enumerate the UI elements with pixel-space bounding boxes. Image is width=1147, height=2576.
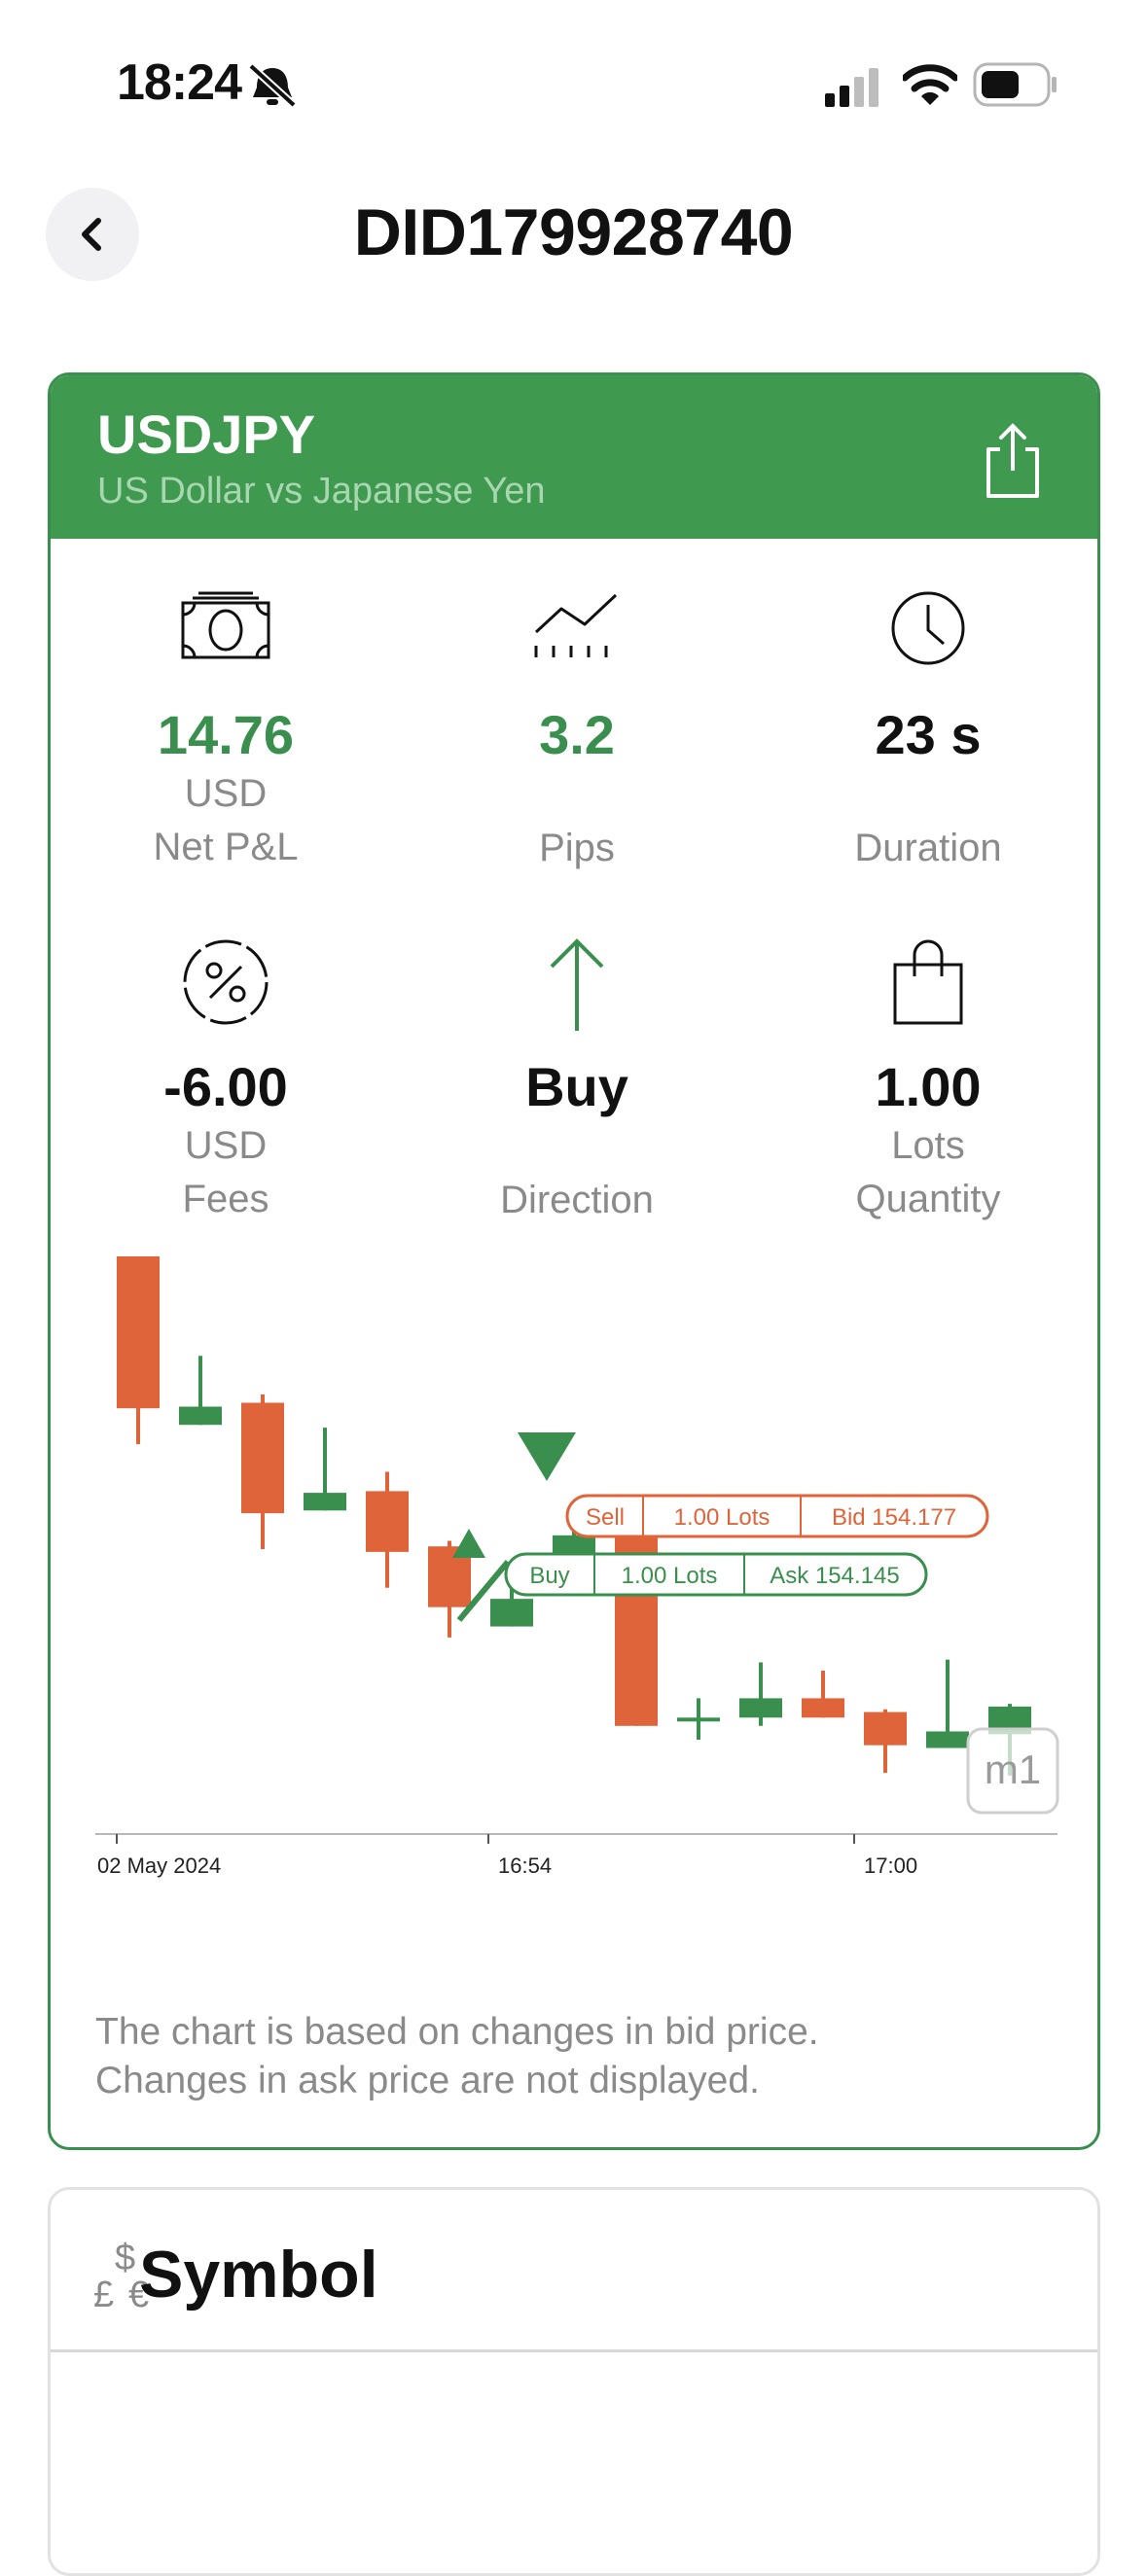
sell-tag-lots: 1.00 Lots [674,1504,771,1531]
direction-label: Direction [500,1179,654,1221]
quantity-label: Quantity [855,1178,1001,1220]
chart-note-line1: The chart is based on changes in bid pri… [95,2011,819,2053]
buy-tag[interactable]: Buy 1.00 Lots Ask 154.145 [504,1552,928,1597]
candle-body [677,1717,720,1722]
candle [802,1671,844,1718]
battery-icon [973,62,1057,107]
net-pl-label: Net P&L [153,826,299,868]
divider [51,2349,1097,2352]
percent-icon [183,939,269,1025]
shopping-bag-icon [893,939,963,1025]
share-icon[interactable] [979,422,1047,500]
candle-body [241,1402,284,1514]
candle-body [304,1493,346,1511]
net-pl-value: 14.76 [157,704,295,765]
page-title: DID179928740 [353,195,794,269]
sell-tag-price: Bid 154.177 [832,1504,956,1531]
candle-body [926,1731,969,1748]
quantity-value: 1.00 [875,1056,982,1117]
cellular-signal-icon [825,68,878,107]
candle-body [117,1256,160,1409]
candle-body [366,1491,409,1552]
buy-entry-marker [452,1529,485,1558]
net-pl-stat: 14.76 USD Net P&L [51,589,401,869]
candle-body [490,1599,533,1627]
svg-text:$: $ [115,2238,135,2278]
direction-stat: Buy Direction [402,937,752,1222]
quantity-stat: 1.00 Lots Quantity [753,937,1097,1221]
candle [241,1394,284,1550]
fees-unit: USD [184,1124,268,1167]
candle [926,1659,969,1748]
x-tick-label: 02 May 2024 [97,1853,221,1878]
symbol-code: USDJPY [97,404,316,465]
buy-tag-lots: 1.00 Lots [622,1563,718,1589]
candle [739,1662,782,1726]
pips-label: Pips [539,827,615,869]
pips-value: 3.2 [539,704,615,765]
buy-tag-side: Buy [529,1563,569,1589]
fees-value: -6.00 [163,1056,288,1117]
x-tick-label: 16:54 [498,1853,552,1878]
candle-body [864,1711,907,1746]
timeframe-button[interactable]: m1 [966,1727,1059,1815]
sell-tag[interactable]: Sell 1.00 Lots Bid 154.177 [565,1494,989,1538]
candle [366,1471,409,1588]
trade-card: USDJPY US Dollar vs Japanese Yen 14.76 U… [48,372,1100,2150]
arrow-up-icon [550,938,604,1031]
candle [117,1256,160,1445]
duration-stat: 23 s Duration [753,589,1097,870]
pips-stat: 3.2 Pips [402,589,752,870]
candle-body [739,1698,782,1718]
silent-mode-icon [248,63,297,108]
candle-body [802,1698,844,1718]
symbol-description: US Dollar vs Japanese Yen [97,471,546,512]
chart-note-line2: Changes in ask price are not displayed. [95,2060,760,2101]
fees-label: Fees [182,1178,269,1220]
net-pl-unit: USD [184,772,268,815]
svg-text:£: £ [93,2275,114,2314]
quantity-unit: Lots [891,1124,965,1167]
money-icon [181,591,270,659]
price-chart[interactable]: 02 May 2024 16:54 17:00 Sell 1.00 Lots Bid… [51,1251,1097,1951]
candle [677,1698,720,1740]
duration-label: Duration [854,827,1002,869]
duration-value: 23 s [875,704,982,765]
candle [864,1709,907,1774]
wifi-icon [903,64,957,105]
fees-stat: -6.00 USD Fees [51,937,401,1221]
card-header: USDJPY US Dollar vs Japanese Yen [51,375,1097,539]
timeframe-label: m1 [985,1747,1041,1792]
candle [179,1356,222,1426]
line-chart-icon [534,593,618,657]
status-time: 18:24 [117,54,242,111]
direction-value: Buy [525,1056,628,1117]
symbol-section-title: Symbol [139,2238,378,2311]
clock-icon [891,591,965,665]
candle [304,1428,346,1511]
sell-tag-side: Sell [586,1504,625,1531]
sell-exit-marker [518,1432,576,1481]
x-tick-label: 17:00 [864,1853,917,1878]
candle-body [179,1406,222,1426]
buy-tag-price: Ask 154.145 [770,1563,899,1589]
